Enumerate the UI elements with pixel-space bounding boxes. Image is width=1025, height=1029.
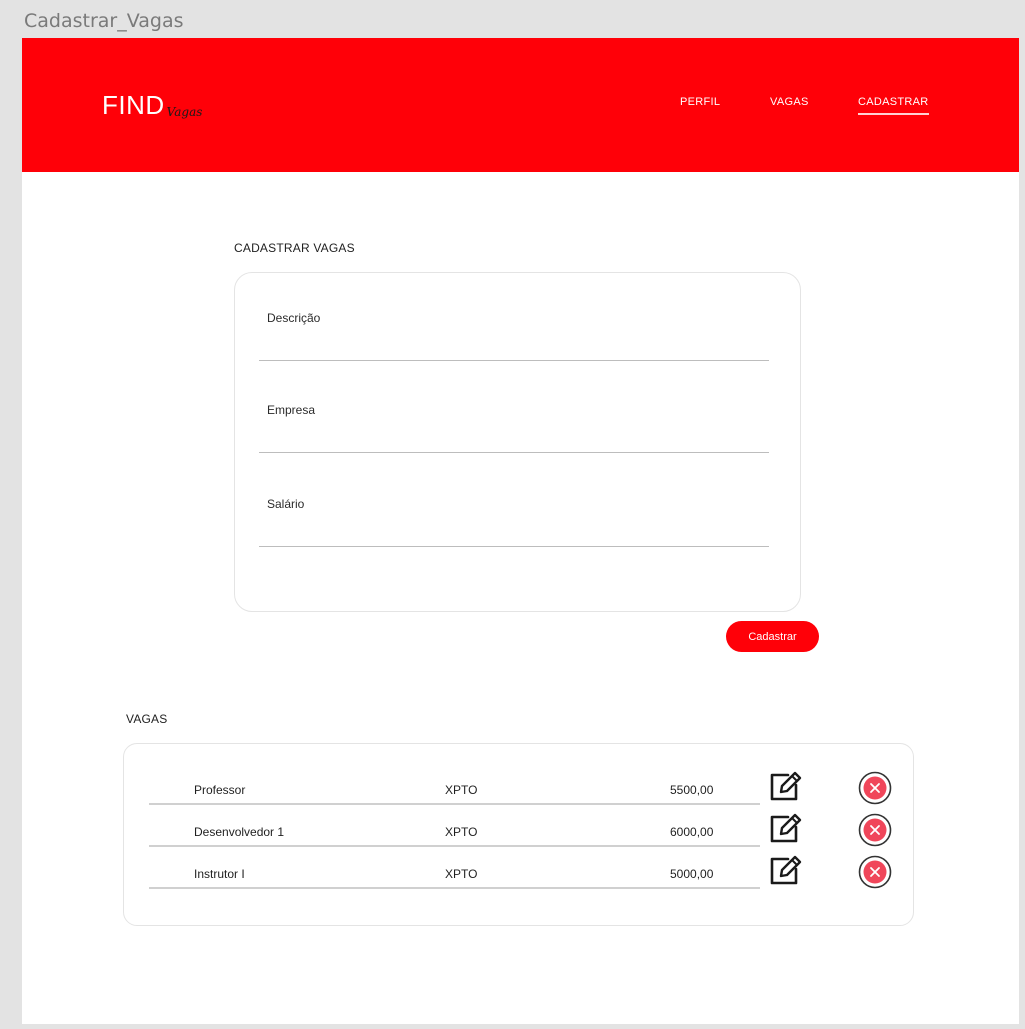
salario-input[interactable] <box>267 517 767 541</box>
empresa-label: Empresa <box>267 403 316 417</box>
page: FIND Vagas PERFIL VAGAS CADASTRAR CADAST… <box>22 38 1019 1024</box>
empresa-field: Empresa <box>259 399 769 453</box>
row-descricao: Instrutor I <box>194 867 245 881</box>
row-salario: 6000,00 <box>670 825 714 839</box>
nav-item-cadastrar[interactable]: CADASTRAR <box>858 96 929 115</box>
nav-item-perfil[interactable]: PERFIL <box>680 96 720 108</box>
row-divider <box>149 803 760 805</box>
edit-icon[interactable] <box>768 767 804 803</box>
descricao-field: Descrição <box>259 307 769 361</box>
row-divider <box>149 845 760 847</box>
list-title: VAGAS <box>126 712 168 726</box>
delete-icon[interactable] <box>858 813 892 847</box>
row-salario: 5500,00 <box>670 783 714 797</box>
salario-field: Salário <box>259 493 769 547</box>
main-nav: PERFIL VAGAS CADASTRAR <box>22 96 1019 116</box>
form-title: CADASTRAR VAGAS <box>234 241 355 255</box>
descricao-label: Descrição <box>267 311 321 325</box>
row-salario: 5000,00 <box>670 867 714 881</box>
table-row: Instrutor I XPTO 5000,00 <box>124 853 915 889</box>
delete-icon[interactable] <box>858 771 892 805</box>
empresa-input[interactable] <box>267 423 767 447</box>
cadastrar-button[interactable]: Cadastrar <box>726 621 819 652</box>
salario-label: Salário <box>267 497 305 511</box>
row-empresa: XPTO <box>445 783 478 797</box>
nav-item-vagas[interactable]: VAGAS <box>770 96 809 108</box>
table-row: Professor XPTO 5500,00 <box>124 769 915 805</box>
header: FIND Vagas PERFIL VAGAS CADASTRAR <box>22 38 1019 172</box>
row-descricao: Desenvolvedor 1 <box>194 825 285 839</box>
artboard-title: Cadastrar_Vagas <box>24 10 184 32</box>
table-row: Desenvolvedor 1 XPTO 6000,00 <box>124 811 915 847</box>
edit-icon[interactable] <box>768 851 804 887</box>
edit-icon[interactable] <box>768 809 804 845</box>
row-empresa: XPTO <box>445 867 478 881</box>
descricao-input[interactable] <box>267 331 767 355</box>
row-empresa: XPTO <box>445 825 478 839</box>
row-divider <box>149 887 760 889</box>
job-form-card: Descrição Empresa Salário <box>234 272 801 612</box>
jobs-list-card: Professor XPTO 5500,00 Desenvolvedor 1 X… <box>123 743 914 926</box>
row-descricao: Professor <box>194 783 246 797</box>
delete-icon[interactable] <box>858 855 892 889</box>
